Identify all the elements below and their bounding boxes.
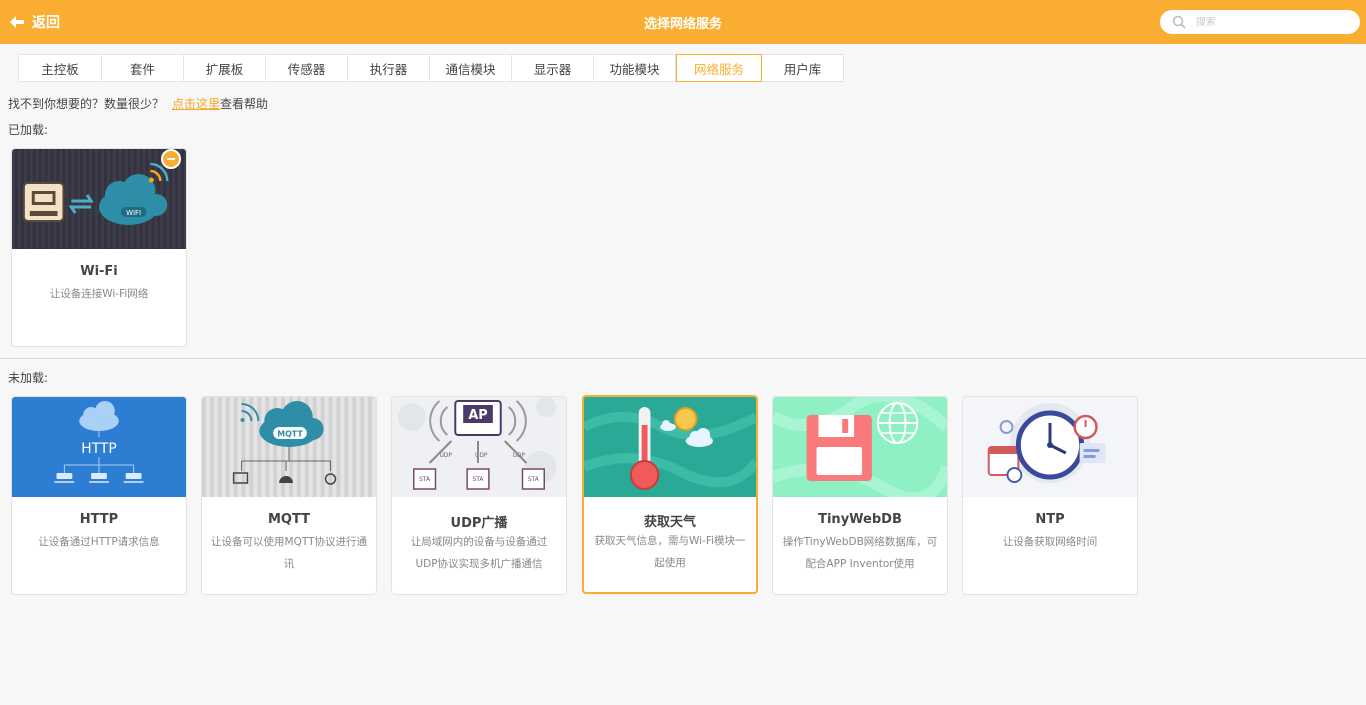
tab-function-modules[interactable]: 功能模块 [594,54,676,82]
card-name: Wi-Fi [80,264,118,279]
tab-network-services[interactable]: 网络服务 [676,54,762,82]
card-name: 获取天气 [643,515,696,530]
card-name: NTP [1035,512,1065,527]
card-udp-broadcast[interactable]: AP UDP UDP UDP STA STA STA UDP广播 让局域网内的设… [391,396,567,595]
help-prefix: 找不到你想要的？数量很少？ [8,97,165,111]
sta-art-label-left: STA [419,476,431,483]
help-link[interactable]: 点击这里 [172,97,220,111]
remove-badge-icon[interactable] [161,149,181,169]
tab-sensors[interactable]: 传感器 [266,54,348,82]
card-description: 操作TinyWebDB网络数据库，可配合APP Inventor使用 [782,536,938,570]
tab-actuators[interactable]: 执行器 [348,54,430,82]
category-tabs: 主控板 套件 扩展板 传感器 执行器 通信模块 显示器 功能模块 网络服务 用户… [18,54,844,82]
unloaded-section-label: 未加载: [8,371,49,385]
tab-main-board[interactable]: 主控板 [18,54,102,82]
http-art-label: HTTP [81,441,116,457]
tab-user-library[interactable]: 用户库 [762,54,844,82]
tab-kits[interactable]: 套件 [102,54,184,82]
card-ntp[interactable]: NTP 让设备获取网络时间 [962,396,1138,595]
card-name: HTTP [79,512,119,527]
clock-image [963,397,1137,497]
card-description: 让设备获取网络时间 [1002,536,1098,548]
card-name: TinyWebDB [818,512,902,527]
card-http[interactable]: HTTP HTTP 让设备通过HTTP请求信息 [11,396,187,595]
card-name: UDP广播 [450,516,508,531]
loaded-section-label: 已加载: [8,123,49,137]
card-description: 让设备通过HTTP请求信息 [38,536,160,548]
search-box[interactable] [1160,10,1360,34]
tab-displays[interactable]: 显示器 [512,54,594,82]
wifi-cloud-image: WIFI [12,149,186,249]
sta-art-label-right: STA [528,476,540,483]
card-description: 获取天气信息，需与Wi-Fi模块一起使用 [594,535,746,569]
udp-ap-image: AP UDP UDP UDP STA STA STA [392,397,566,497]
sta-art-label-middle: STA [473,476,485,483]
search-icon [1172,15,1186,29]
help-suffix: 查看帮助 [220,97,269,111]
card-description: 让设备连接Wi-Fi网络 [49,288,149,300]
card-get-weather[interactable]: 获取天气 获取天气信息，需与Wi-Fi模块一起使用 [582,395,758,594]
tab-expansion-board[interactable]: 扩展板 [184,54,266,82]
floppy-disk-image [773,397,947,497]
udp-art-label-left: UDP [439,452,452,459]
search-input[interactable] [1196,16,1356,28]
mqtt-art-label: MQTT [277,429,303,438]
card-description: 让局域网内的设备与设备通过UDP协议实现多机广播通信 [410,536,548,570]
help-text: 找不到你想要的？数量很少？ 点击这里查看帮助 [8,95,268,112]
card-wifi[interactable]: WIFI Wi-Fi 让设备连接Wi-Fi网络 [11,148,187,347]
top-bar: 返回 选择网络服务 [0,0,1366,44]
section-divider [0,358,1366,359]
card-description: 让设备可以使用MQTT协议进行通讯 [211,536,367,570]
udp-art-label-middle: UDP [475,452,488,459]
card-mqtt[interactable]: MQTT MQTT 让设备可以使用MQTT协议进行通讯 [201,396,377,595]
card-name: MQTT [267,512,311,527]
ap-art-label: AP [468,408,487,423]
weather-thermometer-image [584,397,756,497]
wifi-art-label: WIFI [126,209,141,217]
http-cloud-image: HTTP [12,397,186,497]
mqtt-cloud-image: MQTT [202,397,376,497]
tab-communication-modules[interactable]: 通信模块 [430,54,512,82]
card-tinywebdb[interactable]: TinyWebDB 操作TinyWebDB网络数据库，可配合APP Invent… [772,396,948,595]
